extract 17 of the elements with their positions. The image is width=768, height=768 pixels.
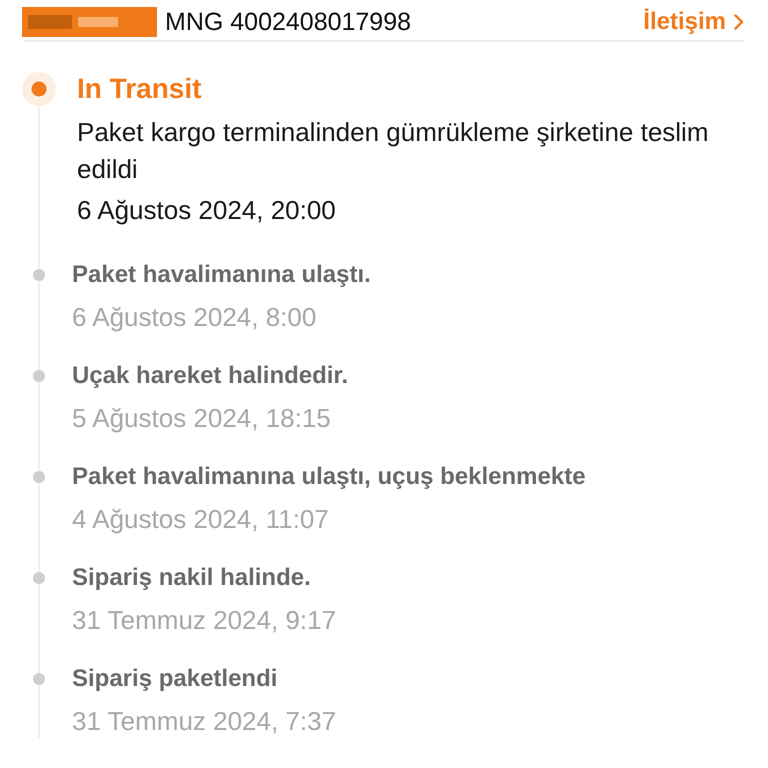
event-title: Sipariş paketlendi: [72, 664, 278, 694]
event-title: Sipariş nakil halinde.: [72, 563, 312, 593]
event-title: Uçak hareket halindedir.: [72, 361, 348, 391]
event-date: 6 Ağustos 2024, 20:00: [77, 194, 337, 227]
tracking-number: MNG 4002408017998: [165, 7, 412, 37]
event-date: 5 Ağustos 2024, 18:15: [72, 402, 332, 435]
event-date: 31 Temmuz 2024, 7:37: [72, 705, 336, 738]
event-description: Paket kargo terminalinden gümrükleme şirketine teslim edildi: [77, 116, 710, 186]
event-date: 4 Ağustos 2024, 11:07: [72, 503, 330, 536]
event-title: In Transit: [77, 72, 202, 106]
logo-icon: [22, 7, 157, 37]
event-date: 31 Temmuz 2024, 9:17: [72, 604, 336, 637]
chevron-right-icon: [734, 14, 744, 30]
event-title: Paket havalimanına ulaştı.: [72, 260, 371, 290]
event-date: 6 Ağustos 2024, 8:00: [72, 301, 318, 334]
contact-link[interactable]: İletişim: [643, 7, 744, 37]
event-title: Paket havalimanına ulaştı, uçuş beklenmekte: [72, 462, 586, 492]
